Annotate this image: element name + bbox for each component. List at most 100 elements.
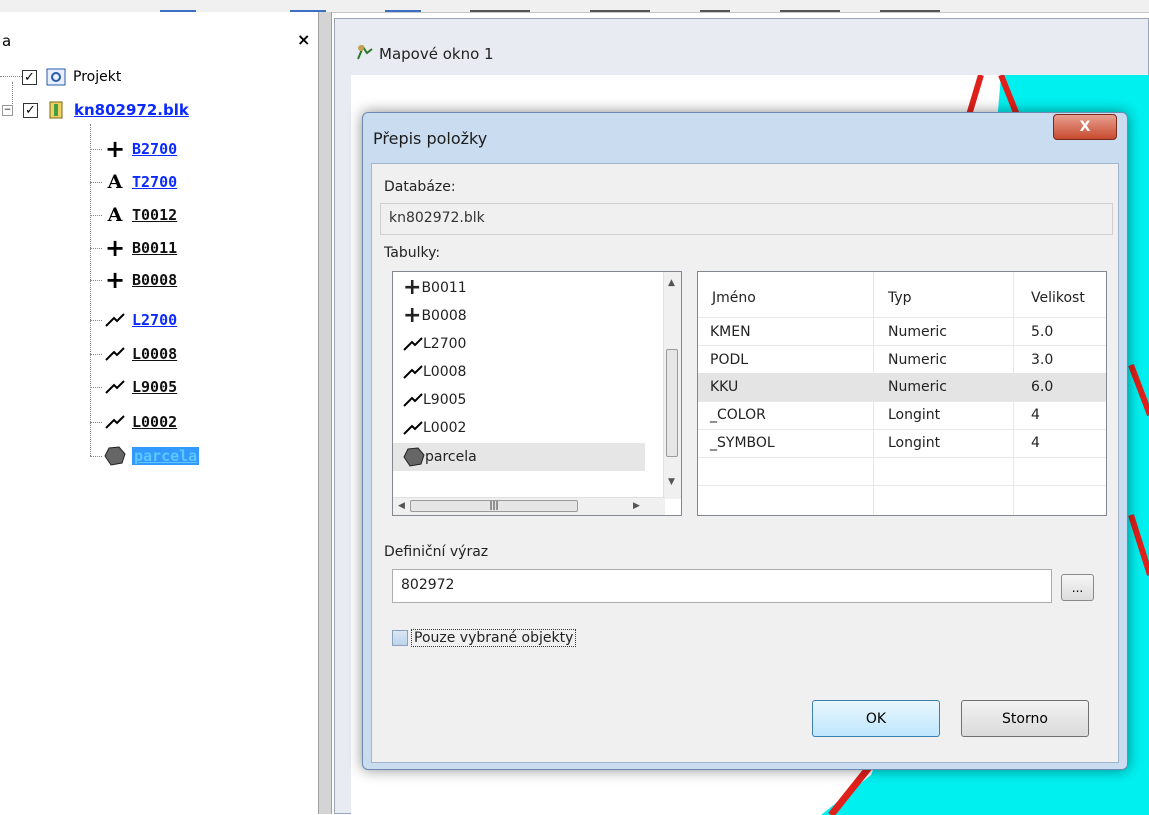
only-selected-label[interactable]: Pouze vybrané objekty <box>411 629 577 647</box>
database-label: Databáze: <box>384 179 456 195</box>
tree-item-label[interactable]: T0012 <box>132 206 177 224</box>
tables-listbox[interactable]: + B0011 + B0008 L2700 L0008 L9005 L0002 … <box>392 271 682 516</box>
line-icon <box>104 415 126 429</box>
tree-item-label[interactable]: L9005 <box>132 378 177 396</box>
only-selected-checkbox[interactable] <box>392 630 408 646</box>
table-item-b0011[interactable]: + B0011 <box>403 274 467 302</box>
tree-item-label[interactable]: L0002 <box>132 413 177 431</box>
only-selected-option[interactable]: Pouze vybrané objekty <box>392 629 577 647</box>
table-cell: PODL <box>710 352 749 368</box>
toolbar-button[interactable] <box>160 0 196 12</box>
table-item-l2700[interactable]: L2700 <box>403 330 466 358</box>
collapse-icon[interactable]: − <box>2 104 13 116</box>
layer-name-link[interactable]: kn802972.blk <box>74 101 189 119</box>
toolbar-button[interactable] <box>700 0 730 12</box>
table-cell: Numeric <box>888 352 947 368</box>
tree-item-label[interactable]: L2700 <box>132 311 177 329</box>
toolbar-button[interactable] <box>590 0 650 12</box>
tree-item-label[interactable]: B2700 <box>132 140 177 158</box>
table-cell: Numeric <box>888 379 947 395</box>
line-icon <box>403 393 423 407</box>
tree-item-l2700[interactable]: L2700 <box>104 307 177 333</box>
tree-layer-node[interactable]: − ✓ kn802972.blk <box>2 97 189 123</box>
panel-close-button[interactable]: × <box>297 30 310 49</box>
tree-root-projekt[interactable]: ✓ Projekt <box>22 64 121 90</box>
tables-horizontal-scrollbar[interactable]: ◀ ||| ▶ <box>393 497 665 515</box>
panel-splitter[interactable] <box>318 12 332 814</box>
table-item-label: L0002 <box>423 420 467 436</box>
point-plus-icon: + <box>104 234 126 262</box>
panel-title: a <box>2 32 12 50</box>
tree-item-label[interactable]: L0008 <box>132 345 177 363</box>
cancel-button[interactable]: Storno <box>961 700 1089 737</box>
toolbar-button[interactable] <box>290 0 326 12</box>
table-cell: 3.0 <box>1031 352 1054 368</box>
tree-item-b0011[interactable]: + B0011 <box>104 235 177 261</box>
expression-input[interactable]: 802972 <box>392 569 1052 603</box>
column-header-type[interactable]: Typ <box>888 290 912 306</box>
scroll-down-icon[interactable]: ▼ <box>668 477 675 487</box>
point-plus-icon: + <box>104 135 126 163</box>
table-cell: Longint <box>888 407 941 423</box>
scroll-up-icon[interactable]: ▲ <box>668 278 675 288</box>
line-icon <box>104 380 126 394</box>
tables-label: Tabulky: <box>384 245 441 261</box>
database-field: kn802972.blk <box>380 203 1113 235</box>
line-icon <box>104 347 126 361</box>
toolbar-button[interactable] <box>470 0 530 12</box>
tree-item-b0008[interactable]: + B0008 <box>104 267 177 293</box>
polygon-icon <box>403 447 425 467</box>
table-cell: 5.0 <box>1031 324 1054 340</box>
table-item-label: B0011 <box>421 280 467 296</box>
table-cell: _COLOR <box>710 407 766 423</box>
table-item-parcela[interactable]: parcela <box>393 443 645 471</box>
tree-item-label[interactable]: T2700 <box>132 173 177 191</box>
map-window-icon <box>355 43 375 65</box>
scroll-right-icon[interactable]: ▶ <box>633 501 640 511</box>
tree-item-t0012[interactable]: A T0012 <box>104 202 178 228</box>
tree-item-label[interactable]: B0008 <box>132 271 177 289</box>
line-icon <box>403 337 423 351</box>
scroll-thumb[interactable]: ||| <box>410 500 578 512</box>
tree-item-parcela[interactable]: parcela <box>104 443 200 469</box>
table-item-l9005[interactable]: L9005 <box>403 386 466 414</box>
point-plus-icon: + <box>403 303 422 328</box>
layer-tree-panel: a × ✓ Projekt − ✓ kn802972.blk + B2700 A… <box>0 12 318 814</box>
table-cell: 4 <box>1031 435 1040 451</box>
line-icon <box>403 421 423 435</box>
table-item-label: L9005 <box>423 392 467 408</box>
scroll-left-icon[interactable]: ◀ <box>398 501 405 511</box>
expression-label: Definiční výraz <box>384 544 489 560</box>
tree-item-t2700[interactable]: A T2700 <box>104 169 178 195</box>
table-item-b0008[interactable]: + B0008 <box>403 302 467 330</box>
tree-item-label-selected[interactable]: parcela <box>132 447 200 465</box>
toolbar-button[interactable] <box>385 0 421 12</box>
table-item-l0002[interactable]: L0002 <box>403 414 466 442</box>
fields-table[interactable]: Jméno Typ Velikost KMEN Numeric 5.0 PODL… <box>697 271 1107 516</box>
dialog-title: Přepis položky <box>373 129 488 148</box>
dialog-close-button[interactable]: X <box>1053 114 1117 140</box>
toolbar-button[interactable] <box>880 0 940 12</box>
toolbar-button[interactable] <box>780 0 840 12</box>
tree-item-l0008[interactable]: L0008 <box>104 341 177 367</box>
tree-item-b2700[interactable]: + B2700 <box>104 136 177 162</box>
line-icon <box>104 313 126 327</box>
column-header-size[interactable]: Velikost <box>1031 290 1085 306</box>
tree-item-l9005[interactable]: L9005 <box>104 374 177 400</box>
map-window-title-bar: Mapové okno 1 <box>355 43 494 65</box>
table-item-l0008[interactable]: L0008 <box>403 358 466 386</box>
tree-root-label: Projekt <box>73 69 122 85</box>
table-item-label: L2700 <box>423 336 467 352</box>
column-header-name[interactable]: Jméno <box>712 290 756 306</box>
tables-vertical-scrollbar[interactable]: ▲ ▼ <box>663 272 681 499</box>
layer-checkbox[interactable]: ✓ <box>23 102 38 118</box>
layer-book-icon <box>46 100 68 120</box>
projekt-checkbox[interactable]: ✓ <box>22 69 37 85</box>
scroll-thumb[interactable] <box>666 349 678 457</box>
tree-item-label[interactable]: B0011 <box>132 239 177 257</box>
ok-button[interactable]: OK <box>812 700 940 737</box>
expression-builder-button[interactable]: ... <box>1061 574 1094 601</box>
rewrite-item-dialog: Přepis položky X Databáze: kn802972.blk … <box>362 112 1128 770</box>
table-item-label: L0008 <box>423 364 467 380</box>
tree-item-l0002[interactable]: L0002 <box>104 409 177 435</box>
